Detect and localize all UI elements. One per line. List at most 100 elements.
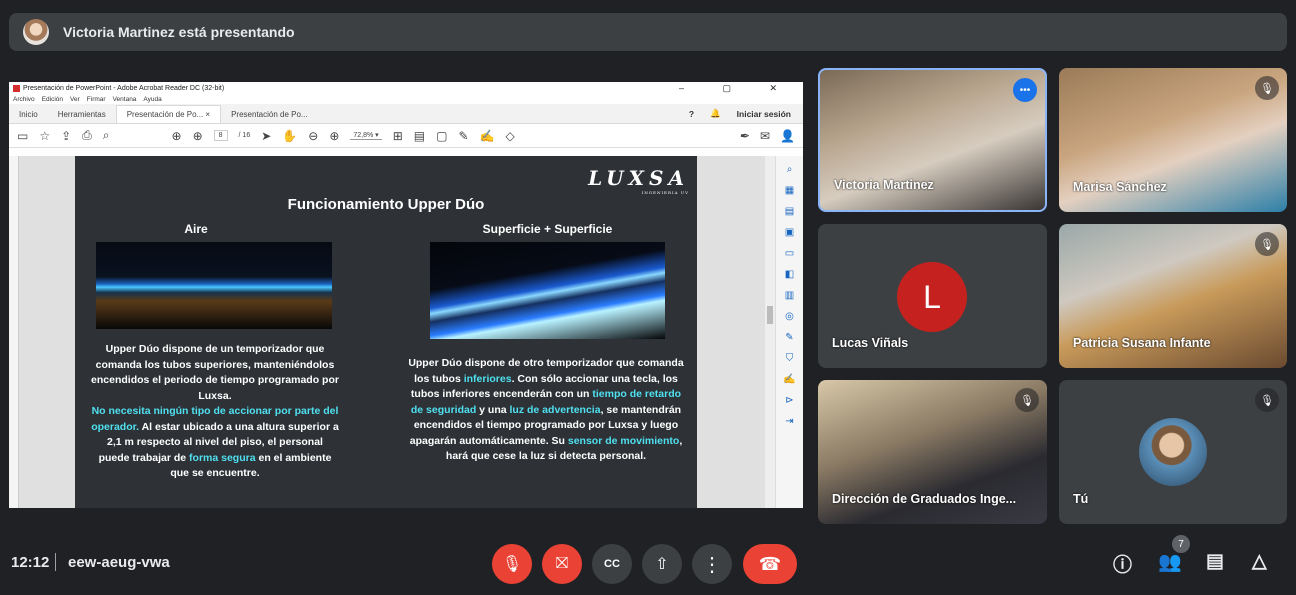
print-icon[interactable]: ⎙: [82, 128, 92, 143]
people-icon[interactable]: 👥: [1158, 550, 1182, 574]
more-options-button[interactable]: ⋮: [692, 544, 732, 584]
zoom-out-icon[interactable]: ⊖: [308, 129, 318, 143]
activities-icon[interactable]: △: [1252, 550, 1267, 573]
fit-page-icon[interactable]: ⊞: [393, 129, 403, 143]
more-tools-icon[interactable]: ⊳: [785, 395, 793, 406]
organize-icon[interactable]: ▤: [785, 206, 794, 217]
pdf-icon: [13, 85, 20, 92]
captions-button[interactable]: CC: [592, 544, 632, 584]
create-pdf-icon[interactable]: ▦: [785, 185, 794, 196]
participant-name: Patricia Susana Infante: [1073, 336, 1211, 350]
participant-tile-direccion[interactable]: 🎙 Dirección de Graduados Inge...: [818, 380, 1047, 524]
page-input[interactable]: 8: [213, 130, 228, 141]
menu-edicion[interactable]: Edición: [42, 96, 63, 103]
divider: [55, 553, 56, 571]
share-user-icon[interactable]: 👤: [780, 129, 795, 143]
avatar-initial: L: [897, 262, 967, 332]
col2-title: Superficie + Superficie: [482, 222, 613, 236]
left-collapse-panel[interactable]: [9, 156, 19, 508]
highlight-icon[interactable]: ✎: [458, 129, 468, 143]
menu-firmar[interactable]: Firmar: [87, 96, 106, 103]
clock: 12:12: [11, 554, 50, 571]
expand-panel-icon[interactable]: ⇥: [785, 416, 793, 427]
tools-panel: ⌕ ▦ ▤ ▣ ▭ ◧ ▥ ◎ ✎ ⛉ ✍ ⊳ ⇥: [775, 156, 803, 508]
edit-icon[interactable]: ✍: [783, 374, 795, 385]
camera-toggle-button[interactable]: ⛝: [542, 544, 582, 584]
comment-icon[interactable]: ▢: [436, 129, 447, 143]
scroll-thumb[interactable]: [767, 306, 773, 324]
self-avatar: [1139, 418, 1207, 486]
participant-name: Lucas Viñals: [832, 336, 909, 350]
prev-page-icon[interactable]: ⊕: [172, 129, 182, 143]
menu-ver[interactable]: Ver: [70, 96, 80, 103]
comment-tool-icon[interactable]: ▭: [785, 248, 794, 259]
participant-tile-marisa[interactable]: 🎙 Marisa Sánchez: [1059, 68, 1287, 212]
mic-off-icon: 🎙: [1255, 232, 1279, 256]
help-icon[interactable]: ?: [689, 109, 694, 119]
participant-name: Marisa Sánchez: [1073, 180, 1167, 194]
tab-herramientas[interactable]: Herramientas: [48, 105, 116, 123]
slide-title: Funcionamiento Upper Dúo: [287, 196, 485, 213]
star-icon[interactable]: ☆: [39, 129, 50, 143]
tab-document-2[interactable]: Presentación de Po...: [221, 105, 318, 123]
participant-tile-self[interactable]: 🎙 Tú: [1059, 380, 1287, 524]
protect-icon[interactable]: ⛉: [786, 353, 794, 364]
participant-name: Tú: [1073, 492, 1089, 506]
signin-button[interactable]: Iniciar sesión: [737, 109, 791, 119]
mic-off-icon: 🎙: [1255, 76, 1279, 100]
people-count-badge: 7: [1172, 535, 1190, 553]
fill-sign-icon[interactable]: ✎: [785, 332, 793, 343]
zoom-tool-icon[interactable]: ⌕: [787, 164, 793, 175]
meeting-code: eew-aeug-vwa: [68, 554, 170, 571]
excel-icon[interactable]: ▥: [785, 290, 794, 301]
presenting-text: Victoria Martinez está presentando: [63, 24, 295, 40]
menu-bar: Archivo Edición Ver Firmar Ventana Ayuda: [9, 95, 803, 104]
draw-icon[interactable]: ✍: [480, 129, 495, 143]
col1-title: Aire: [184, 222, 208, 236]
bell-icon[interactable]: 🔔: [710, 108, 721, 119]
hand-icon[interactable]: ✋: [282, 129, 297, 143]
uv-lamp-image-superficie: [430, 242, 665, 339]
vertical-scrollbar[interactable]: [765, 156, 775, 508]
stamp-icon[interactable]: ◇: [505, 129, 514, 143]
end-call-button[interactable]: ☎: [743, 544, 797, 584]
combine-icon[interactable]: ◧: [785, 269, 794, 280]
participant-name: Dirección de Graduados Inge...: [832, 492, 1017, 506]
acrobat-titlebar: Presentación de PowerPoint - Adobe Acrob…: [9, 82, 803, 95]
acrobat-toolbar: ▭ ☆ ⇪ ⎙ ⌕ ⊕ ⊕ 8 / 16 ➤ ✋ ⊖ ⊕ 72,8% ▾ ⊞ ▤…: [9, 124, 803, 148]
participant-tile-patricia[interactable]: 🎙 Patricia Susana Infante: [1059, 224, 1287, 368]
present-button[interactable]: ⇧: [642, 544, 682, 584]
menu-ventana[interactable]: Ventana: [113, 96, 137, 103]
chat-icon[interactable]: ▤: [1206, 550, 1224, 573]
participant-tile-lucas[interactable]: L Lucas Viñals: [818, 224, 1047, 368]
mic-toggle-button[interactable]: 🎙: [492, 544, 532, 584]
control-bar: 12:12 eew-aeug-vwa 🎙 ⛝ CC ⇧ ⋮ ☎ ⓘ 👥 7 ▤ …: [0, 535, 1296, 590]
sign-icon[interactable]: ✒: [740, 129, 750, 143]
presenting-banner: Victoria Martinez está presentando: [9, 13, 1287, 51]
acrobat-tabs: Inicio Herramientas Presentación de Po..…: [9, 104, 803, 124]
luxsa-logo: LUXSA INGENIERIA UV: [588, 166, 689, 195]
save-icon[interactable]: ▭: [17, 129, 28, 143]
zoom-select[interactable]: 72,8% ▾: [350, 131, 382, 140]
select-arrow-icon[interactable]: ➤: [261, 129, 271, 143]
scroll-mode-icon[interactable]: ▤: [414, 129, 425, 143]
info-icon[interactable]: ⓘ: [1113, 550, 1132, 577]
compress-icon[interactable]: ◎: [785, 311, 794, 322]
email-icon[interactable]: ✉: [760, 129, 770, 143]
col1-text: Upper Dúo dispone de un temporizador que…: [91, 343, 339, 479]
zoom-in-icon[interactable]: ⊕: [329, 129, 339, 143]
search-icon[interactable]: ⌕: [103, 128, 110, 143]
participant-tile-victoria[interactable]: ••• Victoria Martinez: [818, 68, 1047, 212]
tab-document-1[interactable]: Presentación de Po... ×: [115, 105, 222, 123]
window-controls[interactable]: – ▢ ✕: [679, 83, 795, 94]
uv-lamp-image-aire: [96, 242, 332, 329]
speaking-indicator-icon: •••: [1013, 78, 1037, 102]
menu-archivo[interactable]: Archivo: [13, 96, 35, 103]
shared-screen: Presentación de PowerPoint - Adobe Acrob…: [9, 82, 803, 508]
menu-ayuda[interactable]: Ayuda: [143, 96, 161, 103]
tab-inicio[interactable]: Inicio: [9, 105, 48, 123]
export-pdf-icon[interactable]: ▣: [785, 227, 794, 238]
mic-off-icon: 🎙: [1015, 388, 1039, 412]
upload-icon[interactable]: ⇪: [61, 129, 71, 143]
next-page-icon[interactable]: ⊕: [193, 129, 203, 143]
